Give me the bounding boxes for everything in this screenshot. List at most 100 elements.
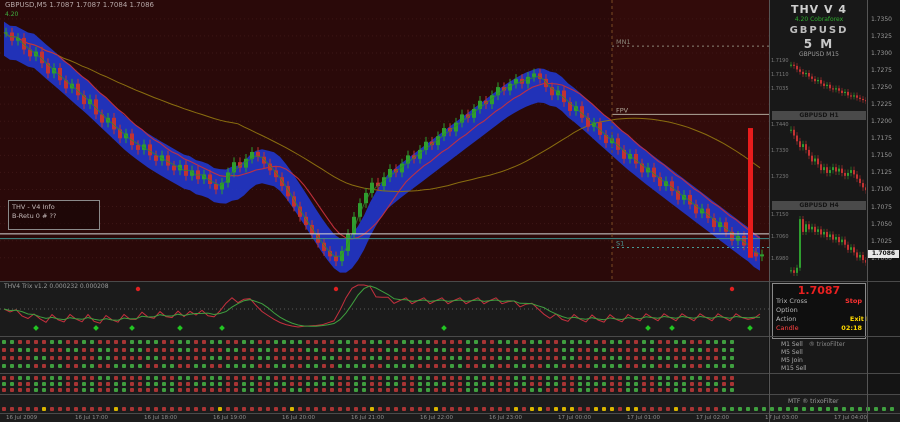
price-axis-label: 1.7025 [871,238,892,245]
time-axis-label: 16 Jul 19:00 [213,415,246,421]
separator[interactable] [0,373,900,374]
trade-info-row: Trix Cross Stop [776,297,862,306]
info-box-line2: B-Retu 0 # ?? [12,212,96,221]
current-price-marker: 1.7086 [868,250,899,258]
separator[interactable] [0,281,900,282]
separator [0,413,900,414]
trixofilter-matrix-window[interactable] [0,337,768,373]
trade-info-row: ActionExit Long [776,315,862,324]
trade-info-label: Candle [776,324,799,333]
separator[interactable] [0,394,900,395]
time-axis-label: 16 Jul 20:00 [282,415,315,421]
mtf-dot-row-window[interactable]: MTF ® trixoFilter [0,395,900,414]
dot-matrix-row [2,382,738,387]
trade-info-row: Candle 02:18 [776,324,862,333]
mini-axis-label: 1.7190 [771,58,789,65]
trix-indicator-window[interactable]: THV4 Trix v1.2 0.000232 0.000208 [0,282,868,336]
mini-axis-label: 1.6980 [771,256,789,263]
dot-matrix-row [2,348,738,353]
thv-side-panel: THV V 4 4.20 Cobraforex GBPUSD 5 M GBPUS… [770,0,868,422]
svg-text:FPV: FPV [616,106,629,114]
mini-axis-label: 1.7150 [771,212,789,219]
dot-matrix-row [2,364,738,369]
price-axis-label: 1.7250 [871,84,892,91]
svg-text:MN1: MN1 [616,38,631,46]
matrix-row-label: M1 Sell® trixoFilter [781,341,867,349]
price-axis-label: 1.7075 [871,204,892,211]
time-axis-label: 16 Jul 21:00 [351,415,384,421]
time-axis-label: 16 Jul 23:00 [489,415,522,421]
mini-axis-label: 1.7440 [771,122,789,129]
mini-axis-label: 1.7330 [771,148,789,155]
dot-matrix-row [2,356,738,361]
axis-border [867,0,868,422]
matrix-row-label: M5 Sell [781,349,867,357]
trading-terminal: MN1 FPV S1 GBPUSD,M5 1.7087 1.7087 1.7084 … [0,0,900,422]
mini-axis-label: 1.7035 [771,86,789,93]
main-price-chart[interactable]: MN1 FPV S1 [0,0,868,282]
trix-plot [0,282,868,336]
panel-title: THV V 4 [770,3,868,16]
trade-info-rows: Trix Cross Stop OptionActionExit LongCandl… [776,297,862,333]
dot-matrix-row [2,376,738,381]
price-axis[interactable]: 1.7350 1.7325 1.7300 1.7275 1.7250 1.7225 1.72… [868,0,900,414]
trix-indicator-label: THV4 Trix v1.2 0.000232 0.000208 [4,283,109,290]
trade-info-panel: 1.7087 Trix Cross Stop OptionActionExit Lo… [772,283,866,339]
panel-subtitle: 4.20 Cobraforex [770,16,868,23]
mini-axis-label: 1.7060 [771,234,789,241]
time-axis-label: 16 Jul 18:00 [144,415,177,421]
mini-chart-m15[interactable] [790,58,866,108]
time-axis[interactable]: 16 Jul 2009 16 Jul 17:00 16 Jul 18:00 16 Ju… [0,414,900,422]
info-box-line1: THV - V4 Info [12,203,96,212]
current-price-readout: 1.7087 [776,285,862,297]
chart-header: GBPUSD,M5 1.7087 1.7087 1.7084 1.7086 4.… [5,1,154,19]
time-axis-label: 17 Jul 02:00 [696,415,729,421]
dot-matrix-row [2,388,738,393]
mini-chart-h4[interactable] [790,212,866,280]
header-note: 4.20 [5,10,154,19]
svg-text:S1: S1 [616,240,624,248]
time-axis-label: 17 Jul 04:00 [834,415,867,421]
mini-chart-h4-band[interactable]: GBPUSD H4 [772,201,866,210]
matrix-row-label: M5 Join [781,357,867,365]
price-axis-label: 1.7125 [871,169,892,176]
mini-chart-h1[interactable] [790,122,866,198]
price-axis-label: 1.7225 [871,101,892,108]
price-axis-label: 1.7100 [871,186,892,193]
mini-chart-h1-band[interactable]: GBPUSD H1 [772,111,866,120]
price-axis-label: 1.7300 [871,50,892,57]
mini-axis-label: 1.7230 [771,174,789,181]
price-axis-label: 1.7350 [871,16,892,23]
time-axis-label: 16 Jul 2009 [6,415,37,421]
time-axis-label: 16 Jul 17:00 [75,415,108,421]
trixofilter-suffix: ® trixoFilter [809,341,845,348]
filter-matrix-window-2[interactable] [0,374,768,394]
trade-info-label: Option [776,306,798,315]
time-axis-label: 17 Jul 00:00 [558,415,591,421]
mini-axis-label: 1.7110 [771,72,789,79]
price-axis-label: 1.7200 [871,118,892,125]
price-axis-label: 1.7275 [871,67,892,74]
price-axis-label: 1.7050 [871,221,892,228]
trade-info-row: Option [776,306,862,315]
price-axis-label: 1.7150 [871,152,892,159]
trade-info-label: Action [776,315,796,324]
dot-matrix-row [2,340,738,345]
mtf-filter-label: MTF ® trixoFilter [788,398,839,405]
trade-info-value: Stop [845,297,862,306]
time-axis-label: 17 Jul 01:00 [627,415,660,421]
trade-info-value: 02:18 [841,324,862,333]
price-axis-label: 1.7325 [871,33,892,40]
dot-matrix-row [2,407,898,412]
thv-info-box[interactable]: THV - V4 Info B-Retu 0 # ?? [8,200,100,230]
price-axis-label: 1.7175 [871,135,892,142]
panel-symbol: GBPUSD [770,25,868,36]
panel-timeframe-sub: GBPUSD M15 [770,51,868,58]
matrix-row-label: M15 Sell [781,365,867,373]
trade-info-label: Trix Cross [776,297,807,306]
matrix-labels: M1 Sell® trixoFilterM5 SellM5 JoinM15 Se… [781,341,867,373]
panel-timeframe: 5 M [770,37,868,51]
panel-border [769,0,770,422]
time-axis-label: 16 Jul 22:00 [420,415,453,421]
separator[interactable] [0,336,900,337]
